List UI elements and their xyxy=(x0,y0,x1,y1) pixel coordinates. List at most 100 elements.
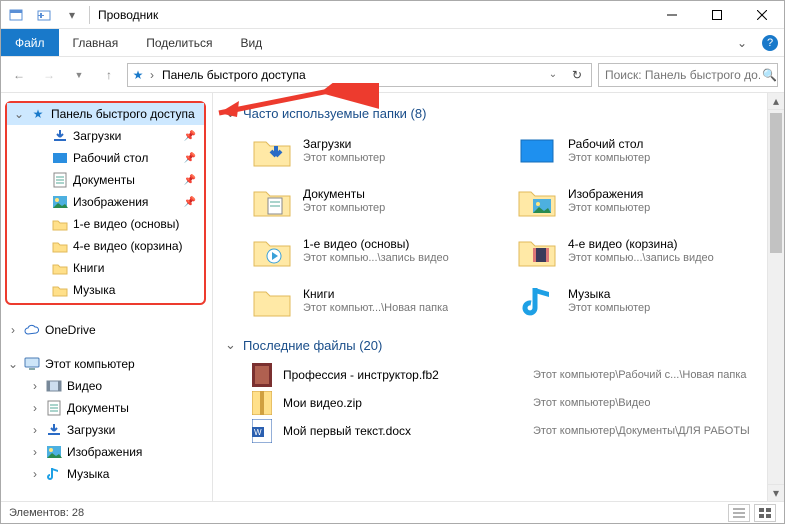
qat-properties-icon[interactable] xyxy=(5,4,27,26)
sidebar-item-downloads[interactable]: Загрузки📌 xyxy=(7,125,204,147)
ribbon-file-tab[interactable]: Файл xyxy=(1,29,59,56)
expand-icon[interactable]: › xyxy=(29,401,41,415)
svg-text:W: W xyxy=(254,428,262,437)
tile-location: Этот компью...\запись видео xyxy=(568,252,714,265)
tree: ⌄ ★ Панель быстрого доступа Загрузки📌Раб… xyxy=(1,101,212,485)
maximize-button[interactable] xyxy=(694,1,739,29)
qat-newfolder-icon[interactable] xyxy=(33,4,55,26)
scroll-down-icon[interactable]: ▾ xyxy=(768,484,784,501)
up-button[interactable]: ↑ xyxy=(97,63,121,87)
view-details-button[interactable] xyxy=(728,504,750,522)
documents-icon xyxy=(51,172,69,188)
recent-locations-button[interactable]: ▼ xyxy=(67,63,91,87)
folder-tile[interactable]: ДокументыЭтот компьютер xyxy=(251,179,496,223)
view-icons-button[interactable] xyxy=(754,504,776,522)
ribbon-tab-home[interactable]: Главная xyxy=(59,29,133,56)
tile-name: 4-е видео (корзина) xyxy=(568,237,714,251)
sidebar-item-label: Загрузки xyxy=(67,423,115,437)
file-location: Этот компьютер\Рабочий с...\Новая папка xyxy=(533,369,747,381)
sidebar-item-folder[interactable]: 4-е видео (корзина) xyxy=(7,235,204,257)
file-row[interactable]: WМой первый текст.docxЭтот компьютер\Док… xyxy=(251,417,761,445)
ribbon-tab-share[interactable]: Поделиться xyxy=(132,29,226,56)
collapse-icon[interactable]: ⌄ xyxy=(225,105,237,121)
tile-name: Рабочий стол xyxy=(568,137,650,151)
navigation-pane: ⌄ ★ Панель быстрого доступа Загрузки📌Раб… xyxy=(1,93,213,501)
close-button[interactable] xyxy=(739,1,784,29)
group-title: Часто используемые папки (8) xyxy=(243,106,426,121)
desktop-icon xyxy=(51,151,69,165)
expand-icon[interactable]: › xyxy=(29,467,41,481)
expand-icon[interactable]: › xyxy=(29,445,41,459)
tile-name: Загрузки xyxy=(303,137,385,151)
navbar: ← → ▼ ↑ ★ › Панель быстрого доступа ⌄ ↻ … xyxy=(1,57,784,93)
folder-icon xyxy=(51,261,69,275)
sidebar-item-documents[interactable]: ›Документы xyxy=(1,397,212,419)
file-name: Профессия - инструктор.fb2 xyxy=(283,368,523,382)
scroll-up-icon[interactable]: ▴ xyxy=(768,93,784,110)
address-bar[interactable]: ★ › Панель быстрого доступа ⌄ ↻ xyxy=(127,63,592,87)
sidebar-item-videos[interactable]: ›Видео xyxy=(1,375,212,397)
search-input[interactable] xyxy=(603,67,762,83)
ribbon-collapse-icon[interactable]: ⌄ xyxy=(728,29,756,56)
folder-tile[interactable]: КнигиЭтот компьют...\Новая папка xyxy=(251,279,496,323)
sidebar-item-label: Рабочий стол xyxy=(73,151,148,165)
tile-location: Этот компьютер xyxy=(568,152,650,165)
group-frequent-header[interactable]: ⌄ Часто используемые папки (8) xyxy=(225,105,761,121)
folder-tile[interactable]: 1-е видео (основы)Этот компью...\запись … xyxy=(251,229,496,273)
sidebar-item-music[interactable]: › Музыка xyxy=(1,463,212,485)
sidebar-item-downloads[interactable]: › Загрузки xyxy=(1,419,212,441)
file-row[interactable]: Профессия - инструктор.fb2 Этот компьютер… xyxy=(251,361,761,389)
help-icon: ? xyxy=(762,35,778,51)
ribbon-tab-view[interactable]: Вид xyxy=(226,29,276,56)
star-icon: ★ xyxy=(29,107,47,121)
collapse-icon[interactable]: ⌄ xyxy=(13,107,25,121)
minimize-button[interactable] xyxy=(649,1,694,29)
sidebar-item-label: Музыка xyxy=(67,467,109,481)
expand-icon[interactable]: › xyxy=(7,323,19,337)
explorer-window: ▾ Проводник Файл Главная Поделиться Вид … xyxy=(0,0,785,524)
breadcrumb[interactable]: Панель быстрого доступа xyxy=(158,68,310,82)
refresh-button[interactable]: ↻ xyxy=(565,63,589,87)
pin-icon: 📌 xyxy=(184,197,196,208)
expand-icon[interactable]: › xyxy=(29,423,41,437)
sidebar-item-documents[interactable]: Документы📌 xyxy=(7,169,204,191)
folder-tile[interactable]: Рабочий столЭтот компьютер xyxy=(516,129,761,173)
scrollbar[interactable]: ▴ ▾ xyxy=(767,93,784,501)
pin-icon: 📌 xyxy=(184,153,196,164)
qat-dropdown-icon[interactable]: ▾ xyxy=(61,4,83,26)
tile-name: 1-е видео (основы) xyxy=(303,237,449,251)
help-button[interactable]: ? xyxy=(756,29,784,56)
file-row[interactable]: Мои видео.zipЭтот компьютер\Видео xyxy=(251,389,761,417)
group-recent-header[interactable]: ⌄ Последние файлы (20) xyxy=(225,337,761,353)
file-location: Этот компьютер\Видео xyxy=(533,397,650,409)
sidebar-item-folder[interactable]: Музыка xyxy=(7,279,204,301)
sidebar-item-folder[interactable]: 1-е видео (основы) xyxy=(7,213,204,235)
sidebar-onedrive[interactable]: › OneDrive xyxy=(1,319,212,341)
scroll-thumb[interactable] xyxy=(770,113,782,253)
folder-tile[interactable]: МузыкаЭтот компьютер xyxy=(516,279,761,323)
sidebar-item-label: OneDrive xyxy=(45,323,96,337)
search-icon: 🔍 xyxy=(762,68,777,82)
collapse-icon[interactable]: ⌄ xyxy=(225,337,237,353)
folder-tile[interactable]: ЗагрузкиЭтот компьютер xyxy=(251,129,496,173)
collapse-icon[interactable]: ⌄ xyxy=(7,357,19,371)
forward-button[interactable]: → xyxy=(37,63,61,87)
sidebar-item-folder[interactable]: Книги xyxy=(7,257,204,279)
folder-tile[interactable]: ИзображенияЭтот компьютер xyxy=(516,179,761,223)
search-box[interactable]: 🔍 xyxy=(598,63,778,87)
sidebar-this-pc[interactable]: ⌄ Этот компьютер xyxy=(1,353,212,375)
sidebar-item-label: Этот компьютер xyxy=(45,357,135,371)
sidebar-item-label: Панель быстрого доступа xyxy=(51,107,195,121)
sidebar-item-pictures[interactable]: ›Изображения xyxy=(1,441,212,463)
address-dropdown-icon[interactable]: ⌄ xyxy=(541,63,565,87)
sidebar-item-label: Книги xyxy=(73,261,104,275)
documents-icon xyxy=(45,400,63,416)
zip-icon xyxy=(251,391,273,415)
sidebar-item-pictures[interactable]: Изображения📌 xyxy=(7,191,204,213)
content-pane: ⌄ Часто используемые папки (8) ЗагрузкиЭ… xyxy=(213,93,767,501)
sidebar-item-desktop[interactable]: Рабочий стол 📌 xyxy=(7,147,204,169)
folder-tile[interactable]: 4-е видео (корзина)Этот компью...\запись… xyxy=(516,229,761,273)
expand-icon[interactable]: › xyxy=(29,379,41,393)
sidebar-quick-access[interactable]: ⌄ ★ Панель быстрого доступа xyxy=(7,103,204,125)
back-button[interactable]: ← xyxy=(7,63,31,87)
